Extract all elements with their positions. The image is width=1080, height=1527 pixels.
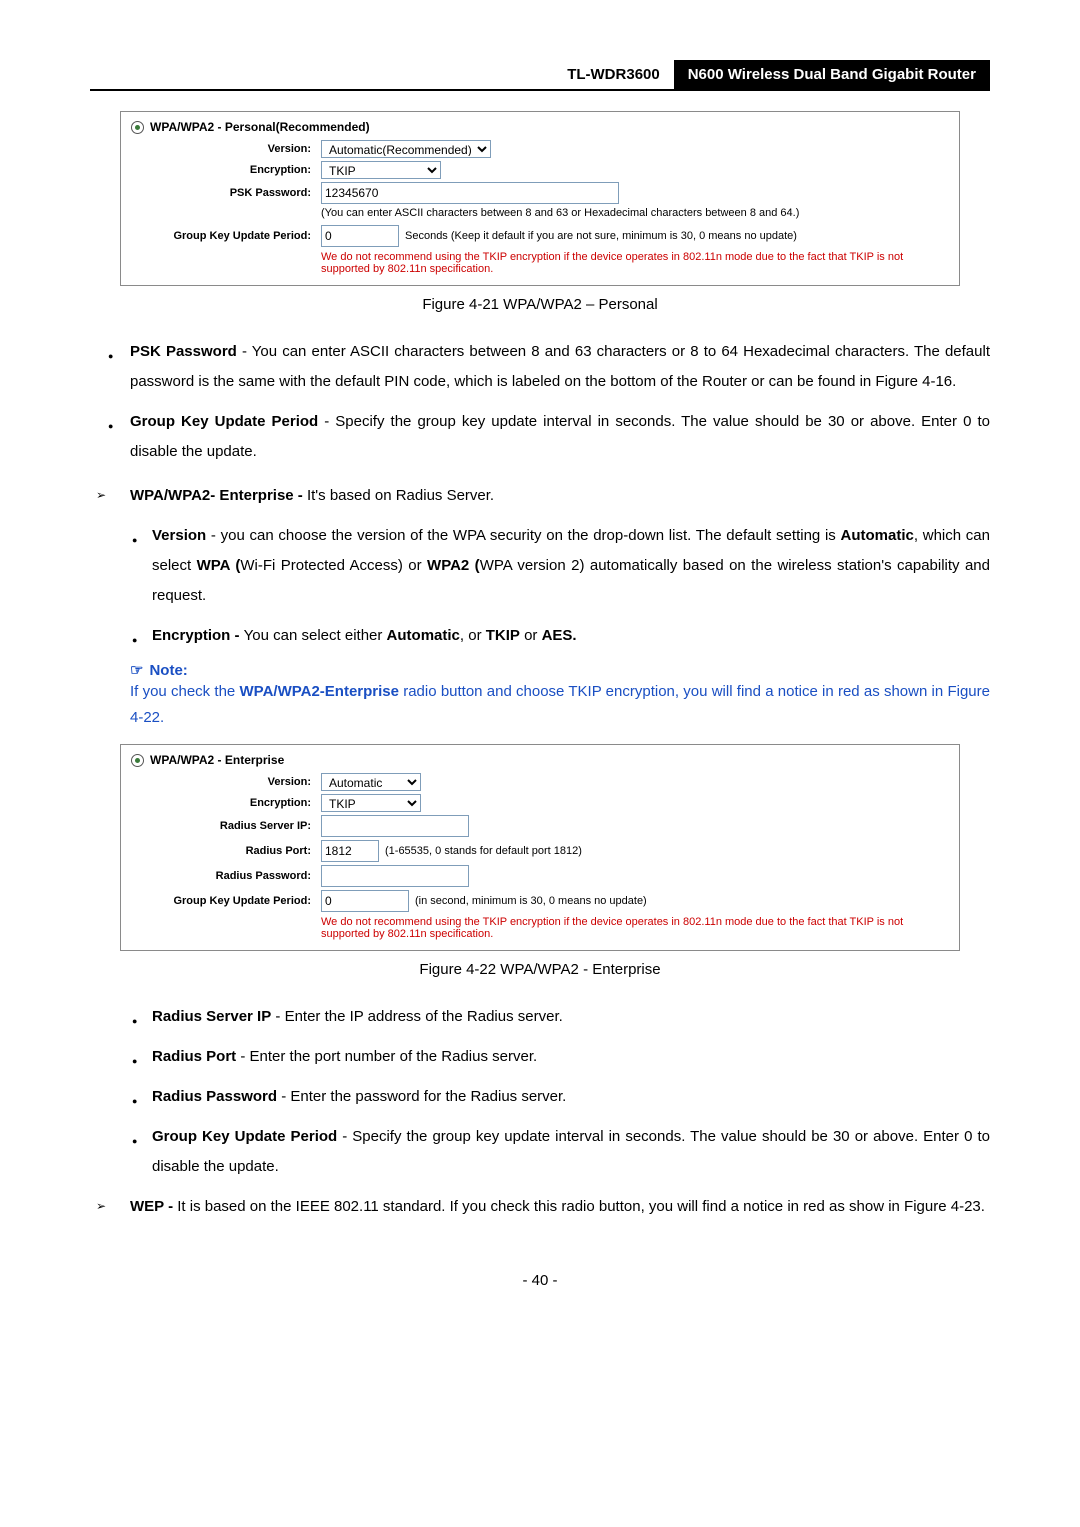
- radio-selected-icon: [131, 754, 144, 767]
- input-psk-password[interactable]: [321, 182, 619, 204]
- label-gkup-e: Group Key Update Period:: [131, 895, 321, 907]
- bullet-psk-password: PSK Password - You can enter ASCII chara…: [90, 337, 990, 397]
- select-version-e[interactable]: Automatic: [321, 773, 421, 791]
- label-gkup: Group Key Update Period:: [131, 230, 321, 242]
- bullet-enterprise-encryption: Encryption - You can select either Autom…: [90, 621, 990, 651]
- note-heading: Note:: [149, 662, 187, 679]
- bullet-gkup-e: Group Key Update Period - Specify the gr…: [90, 1122, 990, 1182]
- bullet-enterprise-version: Version - you can choose the version of …: [90, 521, 990, 611]
- pointing-hand-icon: ☞: [130, 661, 143, 679]
- figure-caption-21: Figure 4-21 WPA/WPA2 – Personal: [90, 296, 990, 313]
- figure-wpa-enterprise: WPA/WPA2 - Enterprise Version: Automatic…: [120, 744, 960, 951]
- wpa-enterprise-radio[interactable]: WPA/WPA2 - Enterprise: [131, 753, 949, 767]
- gkup-hint: Seconds (Keep it default if you are not …: [405, 230, 797, 242]
- label-version-e: Version:: [131, 776, 321, 788]
- gkup-hint-e: (in second, minimum is 30, 0 means no up…: [415, 895, 647, 907]
- select-encryption[interactable]: TKIP: [321, 161, 441, 179]
- input-gkup-e[interactable]: [321, 890, 409, 912]
- note-body: If you check the WPA/WPA2-Enterprise rad…: [130, 679, 990, 730]
- heading-wep: WEP - It is based on the IEEE 802.11 sta…: [90, 1192, 990, 1222]
- input-radius-ip[interactable]: [321, 815, 469, 837]
- label-encryption-e: Encryption:: [131, 797, 321, 809]
- bullet-radius-port: Radius Port - Enter the port number of t…: [90, 1042, 990, 1072]
- input-gkup[interactable]: [321, 225, 399, 247]
- tkip-warning-personal: We do not recommend using the TKIP encry…: [321, 251, 949, 275]
- label-radius-port: Radius Port:: [131, 845, 321, 857]
- radius-port-hint: (1-65535, 0 stands for default port 1812…: [385, 845, 582, 857]
- tkip-warning-enterprise: We do not recommend using the TKIP encry…: [321, 916, 949, 940]
- label-encryption: Encryption:: [131, 164, 321, 176]
- figure-wpa-personal: WPA/WPA2 - Personal(Recommended) Version…: [120, 111, 960, 286]
- label-version: Version:: [131, 143, 321, 155]
- input-radius-password[interactable]: [321, 865, 469, 887]
- bullet-radius-password: Radius Password - Enter the password for…: [90, 1082, 990, 1112]
- bullet-gkup: Group Key Update Period - Specify the gr…: [90, 407, 990, 467]
- radio-selected-icon: [131, 121, 144, 134]
- select-encryption-e[interactable]: TKIP: [321, 794, 421, 812]
- page-number: - 40 -: [90, 1272, 990, 1289]
- heading-wpa-enterprise: WPA/WPA2- Enterprise - It's based on Rad…: [90, 481, 990, 511]
- input-radius-port[interactable]: [321, 840, 379, 862]
- select-version[interactable]: Automatic(Recommended): [321, 140, 491, 158]
- bullet-radius-ip: Radius Server IP - Enter the IP address …: [90, 1002, 990, 1032]
- wpa-personal-title: WPA/WPA2 - Personal(Recommended): [150, 120, 370, 134]
- note-block: ☞ Note: If you check the WPA/WPA2-Enterp…: [130, 661, 990, 730]
- header-title: N600 Wireless Dual Band Gigabit Router: [674, 60, 990, 89]
- label-radius-ip: Radius Server IP:: [131, 820, 321, 832]
- header-model: TL-WDR3600: [553, 60, 674, 89]
- wpa-personal-radio[interactable]: WPA/WPA2 - Personal(Recommended): [131, 120, 949, 134]
- label-radius-password: Radius Password:: [131, 870, 321, 882]
- psk-hint: (You can enter ASCII characters between …: [321, 207, 949, 219]
- page-header: TL-WDR3600 N600 Wireless Dual Band Gigab…: [90, 60, 990, 91]
- wpa-enterprise-title: WPA/WPA2 - Enterprise: [150, 753, 284, 767]
- figure-caption-22: Figure 4-22 WPA/WPA2 - Enterprise: [90, 961, 990, 978]
- label-psk-password: PSK Password:: [131, 187, 321, 199]
